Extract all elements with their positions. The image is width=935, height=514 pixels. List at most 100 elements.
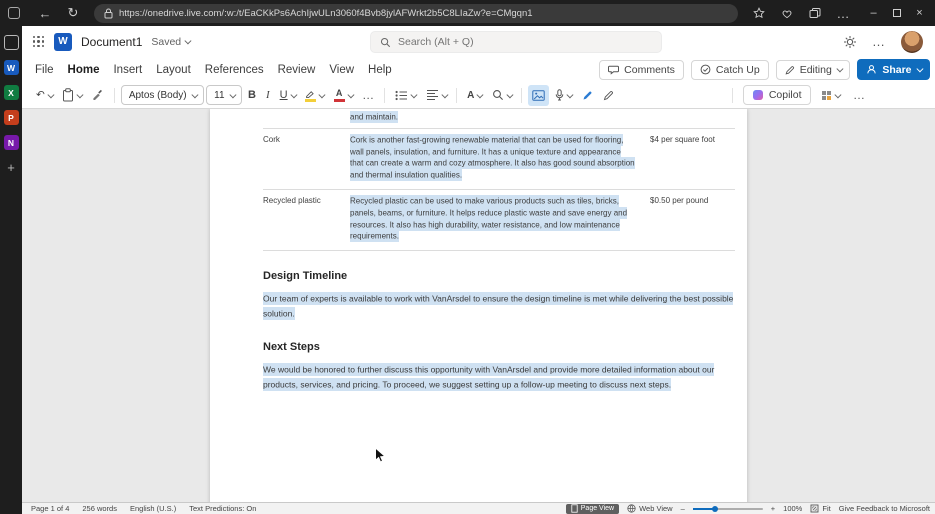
share-button[interactable]: Share [857,59,930,80]
menu-home[interactable]: Home [68,64,100,76]
search-box[interactable] [370,31,662,53]
feedback-link[interactable]: Give Feedback to Microsoft [839,504,930,513]
address-bar[interactable]: https://onedrive.live.com/:w:/t/EaCKkPs6… [94,3,738,23]
underline-button[interactable]: U [276,85,299,106]
menu-references[interactable]: References [205,64,264,76]
more-icon: … [836,5,850,21]
status-right: Page View Web View – + 100% Fit Give Fee… [565,503,930,514]
maximize-button[interactable] [885,2,908,24]
word-icon[interactable]: W [3,60,19,75]
collections-button[interactable] [802,2,828,24]
format-painter-button[interactable] [88,85,108,106]
section-paragraph: We would be honored to further discuss t… [263,362,715,392]
slider-handle[interactable] [711,505,718,512]
table-bottom-border [263,250,735,252]
more-font-options-button[interactable]: … [358,85,378,106]
onenote-icon[interactable]: N [3,135,19,150]
page-view-button[interactable]: Page View [565,503,620,514]
pinned-app-icon[interactable] [3,35,19,50]
word-count[interactable]: 256 words [82,504,117,513]
zoom-in-button[interactable]: + [771,504,775,513]
edge-sidebar: W X P N + [0,26,22,514]
save-status-button[interactable]: Saved [151,36,192,48]
web-view-button[interactable]: Web View [627,504,673,513]
copilot-button[interactable]: Copilot [742,85,811,105]
draw-pen-button[interactable] [599,85,618,106]
settings-gear-button[interactable] [843,35,857,49]
menu-help[interactable]: Help [368,64,392,76]
word-app: W Document1 Saved … File Home Insert Lay… [22,26,935,514]
bold-button[interactable]: B [244,85,260,106]
apps-grid-icon [821,90,832,101]
app-header: W Document1 Saved … [22,26,935,57]
powerpoint-icon[interactable]: P [3,110,19,125]
font-size-select[interactable]: 11 [206,85,243,105]
browser-essentials-button[interactable] [774,2,800,24]
fit-button[interactable]: Fit [810,504,831,513]
url-text: https://onedrive.live.com/:w:/t/EaCKkPs6… [119,7,533,19]
designer-button[interactable] [528,84,550,106]
zoom-out-button[interactable]: – [681,504,685,513]
add-app-button[interactable]: + [4,160,19,175]
material-price: $0.50 per pound [650,195,709,205]
editor-button[interactable] [578,85,597,106]
editor-pen-icon [582,90,593,101]
text-predictions-status[interactable]: Text Predictions: On [189,504,256,513]
paste-button[interactable] [58,85,86,106]
page-count[interactable]: Page 1 of 4 [31,504,69,513]
menu-review[interactable]: Review [278,64,316,76]
bullet-list-icon [395,90,408,101]
zoom-slider[interactable] [692,505,763,512]
italic-button[interactable]: I [262,85,274,106]
maximize-icon [892,9,901,17]
word-logo[interactable]: W [54,32,72,51]
material-name: Recycled plastic [263,195,321,205]
browser-more-button[interactable]: … [830,2,856,24]
screen: ← ↻ https://onedrive.live.com/:w:/t/EaCK… [0,0,935,514]
menu-layout[interactable]: Layout [156,64,191,76]
menu-view[interactable]: View [329,64,354,76]
comment-icon [608,64,620,75]
undo-icon: ↶ [36,89,45,101]
highlighter-icon [305,89,317,102]
close-button[interactable]: × [908,2,931,24]
add-ins-button[interactable] [817,85,844,106]
status-bar: Page 1 of 4 256 words English (U.S.) Tex… [22,502,935,514]
dictate-button[interactable] [551,85,576,106]
editing-mode-dropdown[interactable]: Editing [775,59,851,80]
zoom-level[interactable]: 100% [783,504,802,513]
bullet-list-button[interactable] [391,85,420,106]
window-controls: – × [862,2,931,24]
search-input[interactable] [398,36,652,48]
material-description: Recycled plastic can be used to make var… [350,195,628,243]
styles-button[interactable]: A [463,85,486,106]
header-more-button[interactable]: … [872,34,886,49]
undo-button[interactable]: ↶ [32,85,56,106]
ribbon-more-button[interactable]: … [849,85,869,106]
font-name-select[interactable]: Aptos (Body) [120,85,205,105]
page-icon [571,504,578,513]
excel-icon[interactable]: X [3,85,19,100]
find-button[interactable] [488,85,516,106]
table-row: Cork Cork is another fast-growing renewa… [263,127,735,189]
font-color-button[interactable]: A [330,85,357,106]
back-button[interactable]: ← [32,2,58,24]
document-canvas-area: and maintain. Cork Cork is another fast-… [22,109,935,502]
alignment-button[interactable] [422,85,451,106]
menu-file[interactable]: File [35,64,54,76]
minimize-button[interactable]: – [862,2,885,24]
catch-up-button[interactable]: Catch Up [690,59,769,80]
favorites-star-button[interactable] [746,2,772,24]
text-highlight-button[interactable] [301,85,328,106]
menu-insert[interactable]: Insert [113,64,142,76]
app-launcher-waffle-icon[interactable] [32,35,45,48]
chevron-down-icon [916,65,923,72]
tab-icon[interactable] [8,7,20,19]
language-status[interactable]: English (U.S.) [130,504,176,513]
document-page[interactable]: and maintain. Cork Cork is another fast-… [210,109,747,502]
comments-button[interactable]: Comments [599,59,684,80]
picture-icon [532,89,546,101]
account-avatar[interactable] [901,30,923,53]
refresh-button[interactable]: ↻ [60,2,86,24]
browser-titlebar: ← ↻ https://onedrive.live.com/:w:/t/EaCK… [0,0,935,26]
